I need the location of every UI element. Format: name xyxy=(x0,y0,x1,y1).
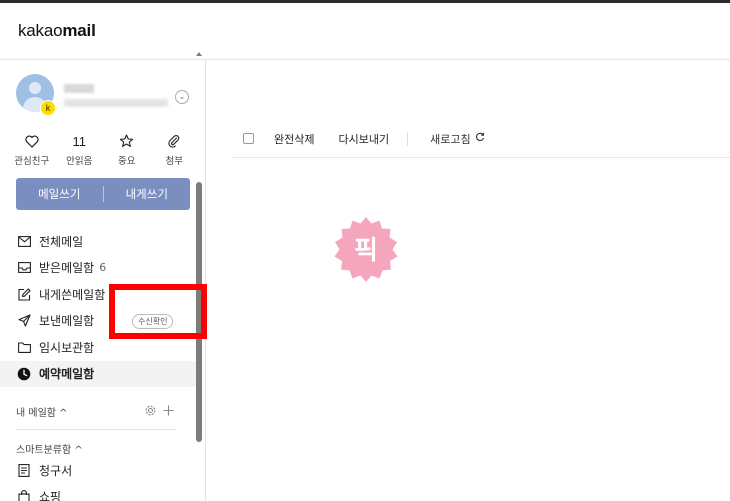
folder-label: 청구서 xyxy=(39,463,73,478)
add-mailbox-icon[interactable] xyxy=(163,405,174,416)
folder-scheduled[interactable]: 예약메일함 xyxy=(0,360,196,387)
folder-count: 6 xyxy=(99,261,107,275)
account-email-blurred xyxy=(64,99,168,107)
delete-permanently-button[interactable]: 완전삭제 xyxy=(274,131,314,147)
quick-label: 안읽음 xyxy=(66,156,93,167)
write-mail-button[interactable]: 메일쓰기 xyxy=(16,178,103,210)
header: kakaomail xyxy=(0,3,730,60)
paperclip-icon xyxy=(168,135,180,148)
my-mailbox-toggle[interactable]: 내 메일함 ^ xyxy=(16,404,68,419)
quick-unread[interactable]: 11 안읽음 xyxy=(56,132,104,172)
avatar-head-shape xyxy=(29,82,41,94)
pick-stamp-logo: 픽 xyxy=(330,215,402,287)
refresh-label: 새로고침 xyxy=(430,132,471,146)
quick-favorite-friends[interactable]: 관심친구 xyxy=(8,132,56,172)
folder-label: 내게쓴메일함 xyxy=(39,287,106,302)
kakao-badge-icon: k xyxy=(40,100,56,116)
mail-toolbar: 완전삭제 다시보내기 새로고침 xyxy=(232,120,730,158)
account-name-blurred xyxy=(64,84,94,93)
clock-icon xyxy=(17,367,31,381)
quick-label: 관심친구 xyxy=(14,156,50,167)
quick-attachment[interactable]: 첨부 xyxy=(151,132,199,172)
mail-icon xyxy=(17,234,31,248)
unread-count: 11 xyxy=(72,133,87,149)
folder-label: 쇼핑 xyxy=(39,489,62,501)
folder-label: 임시보관함 xyxy=(39,340,95,355)
my-mailbox-label: 내 메일함 xyxy=(16,408,56,419)
quick-label: 중요 xyxy=(118,156,136,167)
section-divider xyxy=(16,429,176,430)
settings-gear-icon[interactable] xyxy=(145,405,156,416)
smart-box-toggle[interactable]: 스마트분류함 ^ xyxy=(16,441,83,456)
shopping-bag-icon xyxy=(17,489,31,501)
kakaomail-logo[interactable]: kakaomail xyxy=(18,21,96,41)
toolbar-divider xyxy=(407,131,409,146)
account-dropdown-icon[interactable]: ⌄ xyxy=(175,90,189,104)
compose-buttons: 메일쓰기 내게쓰기 xyxy=(16,178,190,210)
edit-icon xyxy=(17,287,31,301)
folder-label: 예약메일함 xyxy=(39,367,95,382)
stamp-text: 픽 xyxy=(354,236,378,266)
send-icon xyxy=(17,314,31,328)
receipt-icon xyxy=(17,463,31,477)
smart-item-shopping[interactable]: 쇼핑 xyxy=(0,483,196,501)
folder-icon xyxy=(17,340,31,354)
folder-label: 받은메일함 xyxy=(39,261,95,276)
write-to-me-button[interactable]: 내게쓰기 xyxy=(104,178,191,210)
refresh-icon xyxy=(475,132,485,145)
select-all-checkbox[interactable] xyxy=(243,133,254,144)
refresh-button[interactable]: 새로고침 xyxy=(430,131,484,147)
quick-menu: 관심친구 11 안읽음 중요 첨부 xyxy=(8,132,198,172)
sidebar: k ⌄ 관심친구 11 안읽음 중요 첨부 메일쓰기 내게쓰기 전체메일 받은메… xyxy=(0,52,206,501)
folder-inbox[interactable]: 받은메일함 6 xyxy=(0,255,196,282)
highlight-annotation-box xyxy=(109,284,207,339)
folder-label: 전체메일 xyxy=(39,234,84,249)
smart-box-label: 스마트분류함 xyxy=(16,445,72,456)
smart-item-bills[interactable]: 청구서 xyxy=(0,457,196,484)
scroll-up-arrow-icon[interactable] xyxy=(196,52,202,56)
folder-all-mail[interactable]: 전체메일 xyxy=(0,228,196,255)
folder-label: 보낸메일함 xyxy=(39,314,95,329)
inbox-icon xyxy=(17,261,31,275)
collapse-caret-icon: ^ xyxy=(59,408,68,419)
resend-button[interactable]: 다시보내기 xyxy=(338,131,389,147)
heart-icon xyxy=(25,134,39,148)
star-icon xyxy=(120,134,134,147)
quick-important[interactable]: 중요 xyxy=(103,132,151,172)
quick-label: 첨부 xyxy=(165,156,183,167)
collapse-caret-icon: ^ xyxy=(74,445,83,456)
